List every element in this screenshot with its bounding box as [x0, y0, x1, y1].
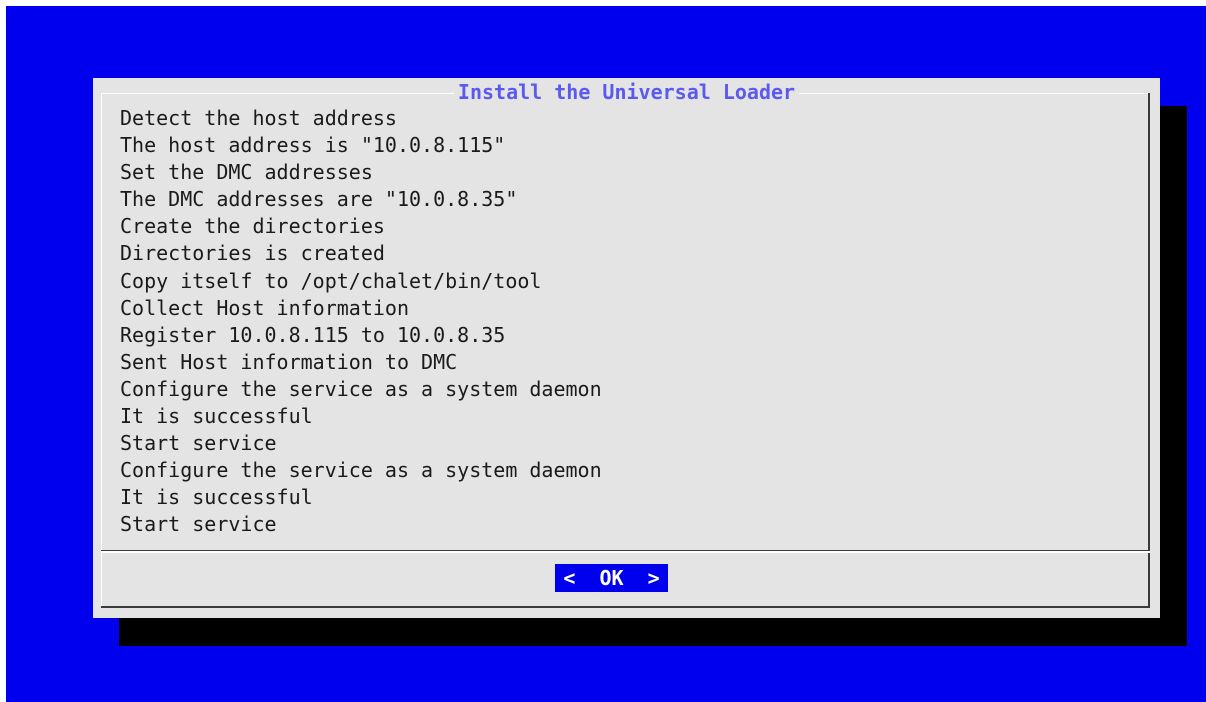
progress-log: Detect the host address The host address… — [120, 105, 602, 539]
dialog-frame-right — [1148, 93, 1150, 607]
log-line: Start service — [120, 431, 277, 456]
button-area-separator — [101, 551, 1150, 553]
dialog-frame-left — [101, 93, 102, 607]
log-line: Directories is created — [120, 241, 385, 266]
log-line: Detect the host address — [120, 106, 397, 130]
log-line: Start service — [120, 512, 277, 537]
terminal-screen: Install the Universal Loader Detect the … — [6, 6, 1206, 702]
log-line: Collect Host information — [120, 295, 409, 320]
dialog-frame-bottom — [101, 606, 1150, 608]
log-line: Configure the service as a system daemon — [120, 458, 602, 483]
log-line: Sent Host information to DMC — [120, 349, 458, 374]
log-line: The host address is "10.0.8.115" — [120, 133, 506, 158]
log-line: The DMC addresses are "10.0.8.35" — [120, 187, 518, 212]
dialog-title: Install the Universal Loader — [453, 80, 800, 104]
log-line: Register 10.0.8.115 to 10.0.8.35 — [120, 322, 506, 347]
dialog-title-wrapper: Install the Universal Loader — [93, 78, 1160, 106]
log-line: It is successful — [120, 404, 313, 429]
log-line: Copy itself to /opt/chalet/bin/tool — [120, 268, 542, 293]
log-line: Set the DMC addresses — [120, 160, 373, 185]
install-dialog: Install the Universal Loader Detect the … — [93, 78, 1160, 618]
log-line: It is successful — [120, 485, 313, 510]
log-line: Create the directories — [120, 214, 385, 239]
ok-button[interactable]: < OK > — [555, 564, 668, 592]
log-line: Configure the service as a system daemon — [120, 376, 602, 401]
